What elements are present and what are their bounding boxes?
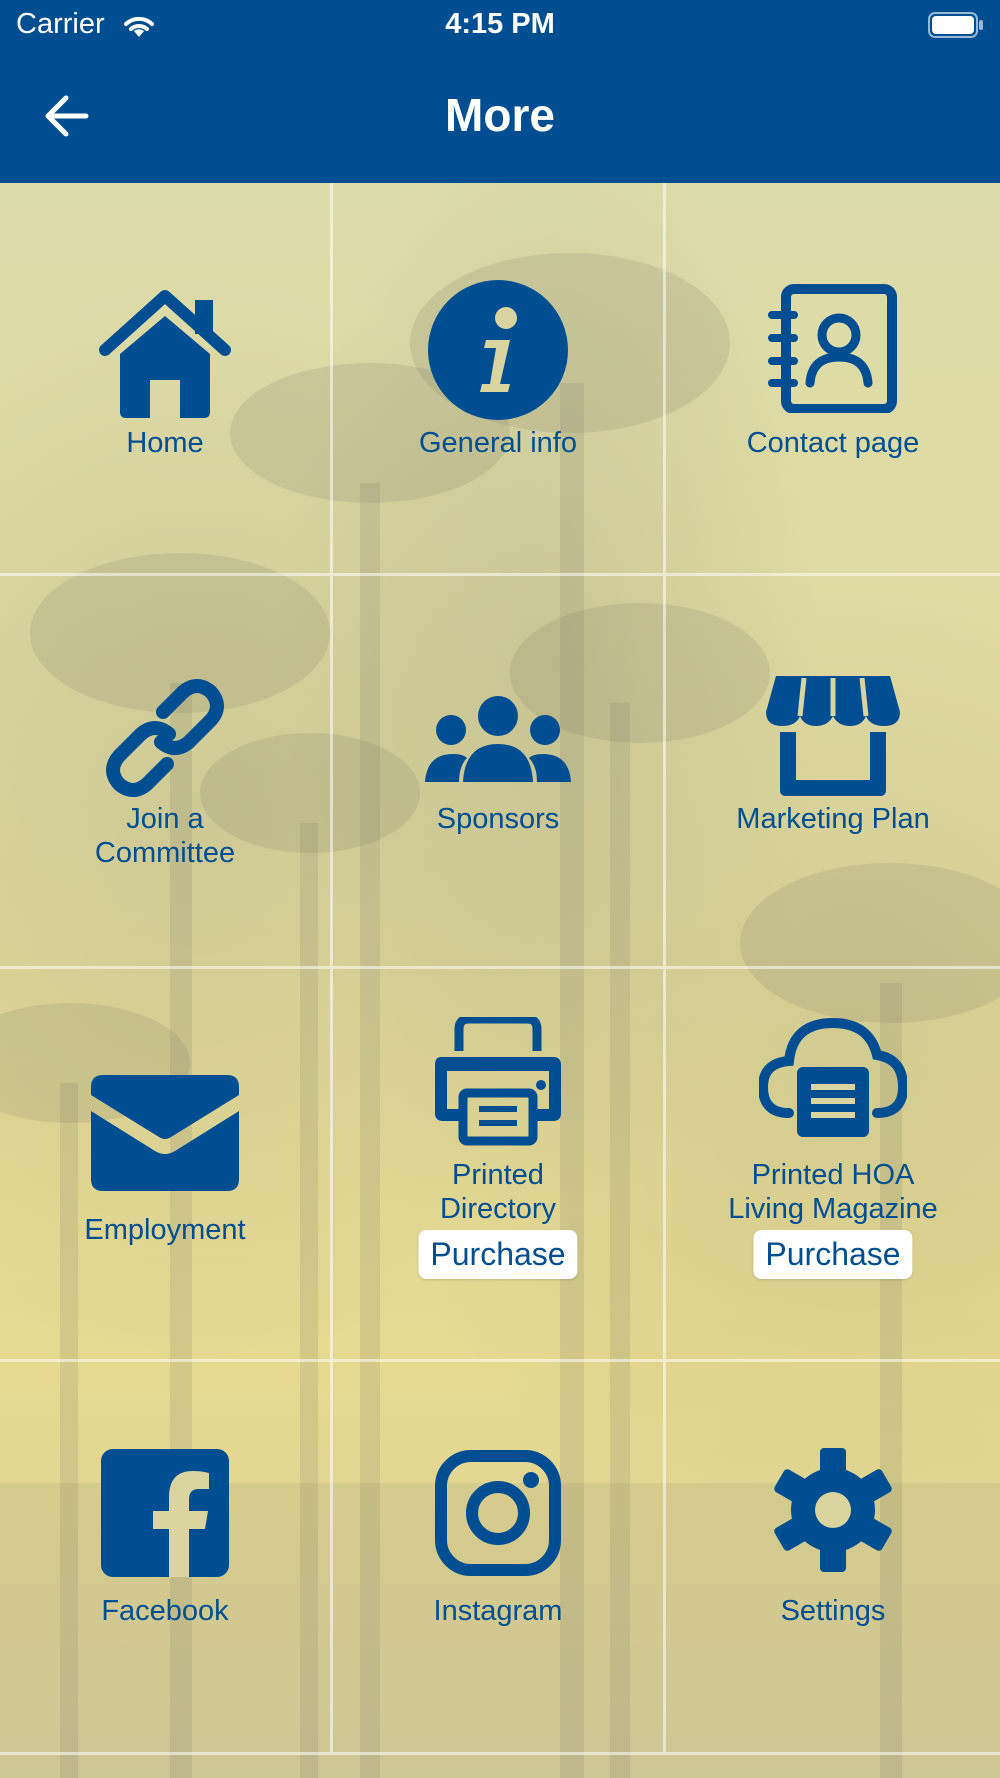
tile-home[interactable]: Home bbox=[0, 183, 333, 576]
facebook-icon bbox=[101, 1449, 229, 1577]
envelope-icon bbox=[91, 1075, 239, 1191]
tile-general-info[interactable]: General info bbox=[333, 183, 666, 576]
tile-printed-directory[interactable]: Printed Directory Purchase bbox=[333, 969, 666, 1362]
link-icon bbox=[106, 679, 224, 797]
tile-settings[interactable]: Settings bbox=[666, 1362, 1000, 1755]
magazine-line-1: Printed HOA bbox=[751, 1159, 915, 1191]
tile-general-info-label: General info bbox=[419, 427, 577, 459]
tile-hoa-magazine[interactable]: Printed HOA Living Magazine Purchase bbox=[666, 969, 1000, 1362]
cloud-document-icon bbox=[759, 1017, 907, 1137]
tile-contact-page[interactable]: Contact page bbox=[666, 183, 1000, 576]
tile-sponsors-label: Sponsors bbox=[436, 803, 560, 835]
instagram-icon bbox=[435, 1450, 561, 1576]
people-group-icon bbox=[425, 696, 571, 782]
menu-grid: Home General info Contact page Join a Co… bbox=[0, 183, 1000, 1778]
tile-facebook-label: Facebook bbox=[101, 1595, 229, 1627]
tile-marketing-plan[interactable]: Marketing Plan bbox=[666, 576, 1000, 969]
join-committee-line-2: Committee bbox=[94, 837, 236, 869]
info-icon bbox=[428, 280, 568, 420]
page-title: More bbox=[445, 89, 555, 141]
tile-printed-directory-label: Printed Directory bbox=[333, 1158, 663, 1226]
printed-directory-line-1: Printed bbox=[452, 1159, 544, 1191]
status-bar: Carrier 4:15 PM bbox=[0, 0, 1000, 50]
tile-marketing-plan-label: Marketing Plan bbox=[736, 803, 930, 835]
tile-join-committee-label: Join a Committee bbox=[0, 802, 330, 870]
join-committee-line-1: Join a bbox=[126, 803, 204, 835]
tile-settings-label: Settings bbox=[780, 1595, 886, 1627]
tile-instagram[interactable]: Instagram bbox=[333, 1362, 666, 1755]
tile-facebook[interactable]: Facebook bbox=[0, 1362, 333, 1755]
printed-directory-purchase-button[interactable]: Purchase bbox=[418, 1230, 578, 1279]
tile-home-label: Home bbox=[126, 427, 204, 459]
tile-hoa-magazine-label: Printed HOA Living Magazine bbox=[666, 1158, 1000, 1226]
navigation-bar: More bbox=[0, 50, 1000, 183]
gear-icon bbox=[774, 1448, 892, 1572]
magazine-line-2: Living Magazine bbox=[728, 1193, 938, 1225]
storefront-icon bbox=[766, 676, 900, 796]
tile-sponsors[interactable]: Sponsors bbox=[333, 576, 666, 969]
printer-icon bbox=[435, 1017, 561, 1146]
tile-employment[interactable]: Employment bbox=[0, 969, 333, 1362]
magazine-purchase-button[interactable]: Purchase bbox=[753, 1230, 913, 1279]
tile-join-committee[interactable]: Join a Committee bbox=[0, 576, 333, 969]
contact-book-icon bbox=[768, 284, 897, 413]
status-time: 4:15 PM bbox=[445, 8, 555, 40]
tile-contact-page-label: Contact page bbox=[746, 427, 920, 459]
printed-directory-line-2: Directory bbox=[439, 1193, 556, 1225]
battery-icon bbox=[928, 12, 983, 38]
home-icon bbox=[99, 290, 231, 418]
tile-employment-label: Employment bbox=[84, 1214, 246, 1246]
tile-instagram-label: Instagram bbox=[433, 1595, 563, 1627]
